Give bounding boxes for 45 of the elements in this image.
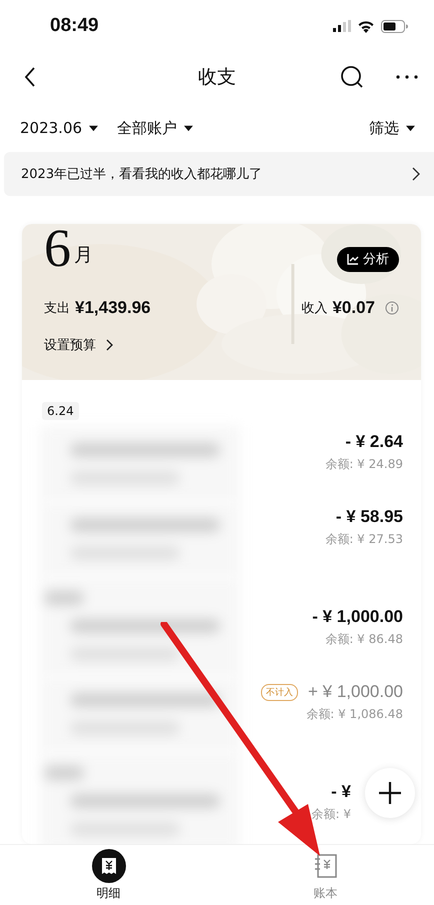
balance: 余额: ¥ 24.89 (325, 456, 403, 473)
promo-banner[interactable]: 2023年已过半，看看我的收入都花哪儿了 (4, 152, 434, 196)
account-dropdown[interactable]: 全部账户 (117, 118, 194, 138)
chevron-right-icon (106, 339, 114, 351)
tab[interactable]: 明细 (0, 845, 217, 905)
chevron-right-icon (412, 167, 420, 181)
month-unit: 月 (74, 243, 93, 268)
expense-total: ¥1,439.96 (75, 298, 151, 318)
amount: - ¥ 2.64 (345, 432, 403, 452)
battery-icon (381, 20, 408, 32)
budget-link[interactable]: 设置预算 (44, 336, 114, 354)
amount: - ¥ 1,000.00 (312, 607, 403, 627)
page-title: 收支 (197, 65, 237, 90)
back-icon (24, 66, 36, 88)
signal-icon (333, 20, 351, 32)
date-chip: 6.24 (42, 402, 79, 420)
income-total: ¥0.07 (332, 298, 375, 318)
month-number: 6 (44, 224, 71, 272)
tab[interactable]: 账本 (217, 845, 434, 905)
info-icon (385, 301, 399, 315)
balance: 余额: ¥ 86.48 (325, 631, 403, 648)
more-button[interactable] (394, 73, 420, 81)
amount: + ¥ 1,000.00 (308, 682, 403, 702)
plus-icon (378, 781, 402, 805)
wifi-icon (357, 20, 375, 32)
caret-icon (183, 124, 194, 132)
income-label: 收入 (301, 300, 328, 317)
balance: 余额: ¥ 27.53 (325, 531, 403, 548)
month-dropdown[interactable]: 2023.06 (20, 119, 100, 137)
receipt-icon (92, 848, 126, 882)
banner-text: 2023年已过半，看看我的收入都花哪儿了 (21, 166, 262, 183)
expense-label: 支出 (44, 300, 70, 317)
status-time: 08:49 (50, 15, 99, 37)
balance: 余额: ¥ 1,086.48 (306, 706, 403, 723)
excluded-tag: 不计入 (260, 684, 298, 700)
amount: - ¥ (331, 782, 351, 802)
chart-icon (347, 253, 359, 265)
analysis-button[interactable]: 分析 (337, 246, 399, 272)
search-icon (340, 65, 364, 89)
balance: 余额: ¥ (312, 806, 351, 823)
caret-icon (88, 124, 100, 132)
filter-dropdown[interactable]: 筛选 (369, 118, 416, 138)
amount: - ¥ 58.95 (336, 507, 403, 527)
caret-icon (405, 124, 416, 132)
more-icon (396, 75, 418, 79)
